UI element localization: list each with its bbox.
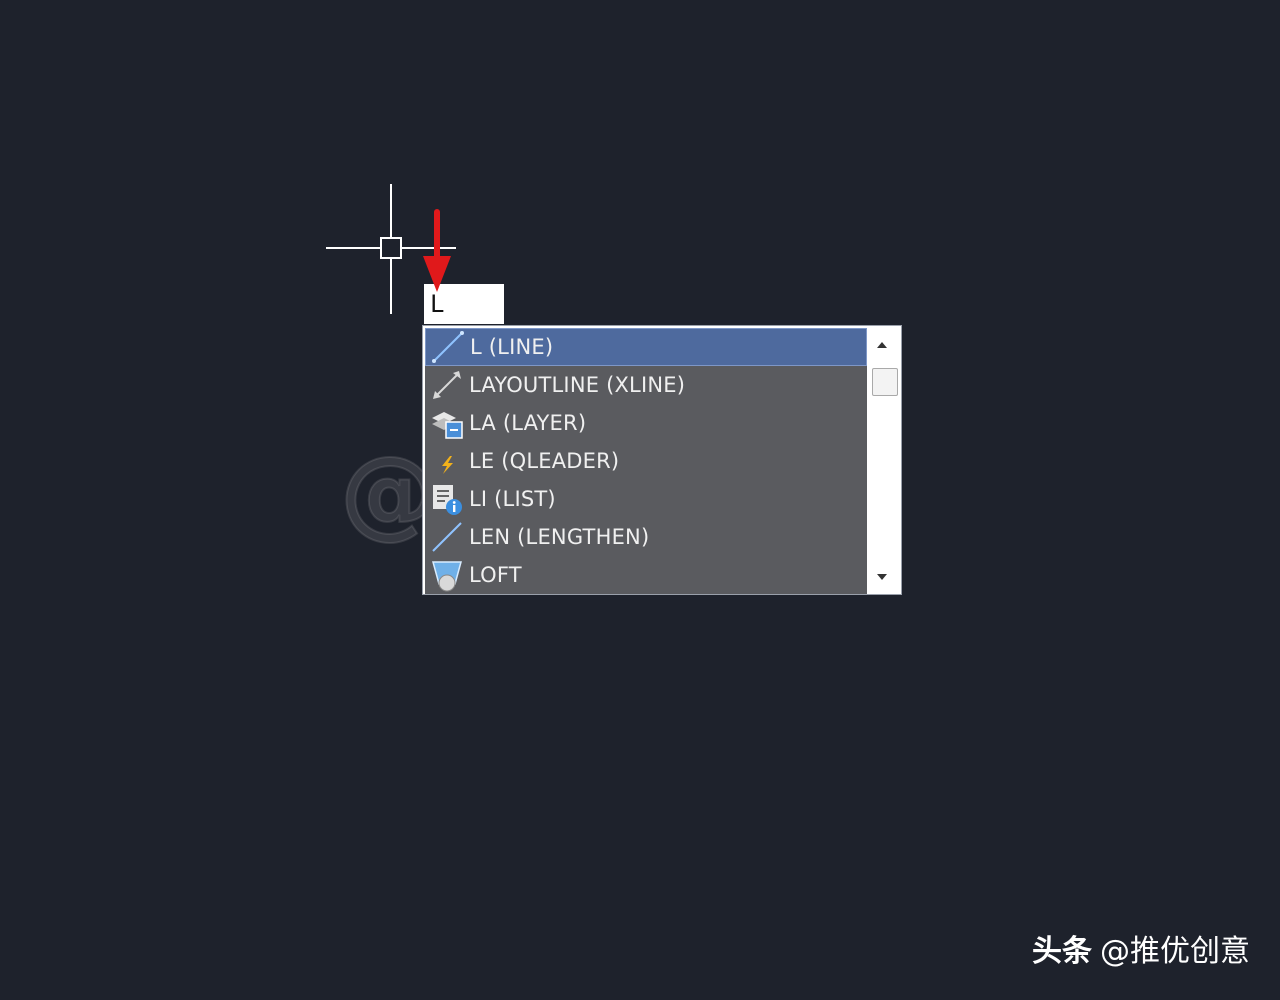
list-icon <box>428 481 466 517</box>
scroll-down-arrow-icon[interactable] <box>877 574 887 580</box>
autocomplete-item-xline[interactable]: LAYOUTLINE (XLINE) <box>425 366 867 404</box>
autocomplete-item-lengthen[interactable]: LEN (LENGTHEN) <box>425 518 867 556</box>
autocomplete-scrollbar[interactable] <box>869 328 901 594</box>
autocomplete-item-label: LE (QLEADER) <box>469 449 620 473</box>
autocomplete-item-line[interactable]: L (LINE) <box>425 328 867 366</box>
scrollbar-thumb[interactable] <box>872 368 898 396</box>
scroll-up-arrow-icon[interactable] <box>877 342 887 348</box>
layer-icon <box>428 405 466 441</box>
xline-icon <box>428 367 466 403</box>
autocomplete-item-loft[interactable]: LOFT <box>425 556 867 594</box>
autocomplete-item-label: LEN (LENGTHEN) <box>469 525 650 549</box>
autocomplete-item-label: L (LINE) <box>470 335 554 359</box>
line-icon <box>429 329 467 365</box>
autocomplete-item-label: LAYOUTLINE (XLINE) <box>469 373 686 397</box>
autocomplete-items: L (LINE) LAYOUTLINE (XLINE) LA (LAYER) L… <box>425 328 867 594</box>
command-autocomplete-list[interactable]: L (LINE) LAYOUTLINE (XLINE) LA (LAYER) L… <box>422 325 902 595</box>
autocomplete-item-label: LA (LAYER) <box>469 411 587 435</box>
autocomplete-item-qleader[interactable]: LE (QLEADER) <box>425 442 867 480</box>
autocomplete-item-label: LOFT <box>469 563 522 587</box>
credit-brand: 头条 <box>1032 934 1092 969</box>
source-credit: 头条 @推优创意 <box>1032 930 1250 974</box>
autocomplete-item-label: LI (LIST) <box>469 487 556 511</box>
autocomplete-item-list[interactable]: LI (LIST) <box>425 480 867 518</box>
autocomplete-item-layer[interactable]: LA (LAYER) <box>425 404 867 442</box>
lengthen-icon <box>428 519 466 555</box>
loft-icon <box>428 557 466 593</box>
qleader-icon <box>428 443 466 479</box>
credit-handle: @推优创意 <box>1100 934 1250 969</box>
